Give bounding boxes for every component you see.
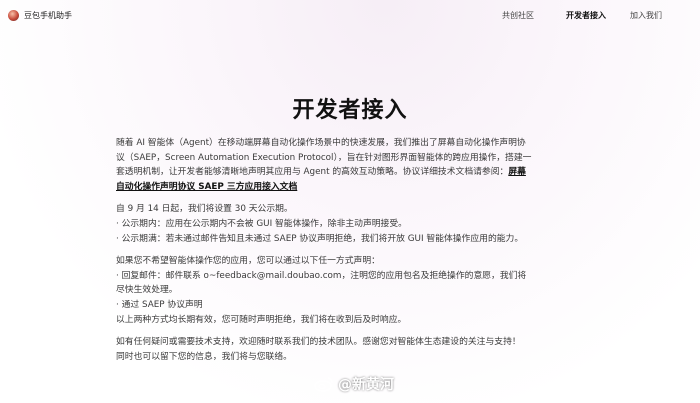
notice-line: 自 9 月 14 日起，我们将设置 30 天公示期。 [116, 204, 293, 215]
nav-join-us[interactable]: 加入我们 [630, 10, 662, 21]
weibo-icon [314, 377, 333, 392]
nav-developer-access[interactable]: 开发者接入 [566, 10, 606, 21]
top-header: 豆包手机助手 共创社区 开发者接入 加入我们 [0, 0, 700, 30]
notice-line: · 公示期内：应用在公示期内不会被 GUI 智能体操作，除非主动声明接受。 [116, 218, 407, 229]
avatar-logo-icon [8, 9, 19, 21]
closing-line: 如有任何疑问或需要技术支持，欢迎随时联系我们的技术团队。感谢您对智能体生态建设的… [116, 337, 521, 348]
page-title: 开发者接入 [292, 98, 408, 123]
intro-paragraph: 随着 AI 智能体（Agent）在移动端屏幕自动化操作场景中的快速发展，我们推出… [116, 136, 534, 194]
closing-line: 同时也可以留下您的信息，我们将与您联络。 [116, 351, 292, 362]
watermark-text: @新黄河 [338, 377, 394, 393]
brand-name: 豆包手机助手 [24, 10, 72, 20]
decline-line: · 回复邮件：邮件联系 o~feedback@mail.doubao.com，注… [116, 270, 527, 296]
decline-line: 如果您不希望智能体操作您的应用，您可以通过以下任一方式声明： [116, 256, 380, 267]
intro-text: 随着 AI 智能体（Agent）在移动端屏幕自动化操作场景中的快速发展，我们推出… [116, 138, 532, 178]
decline-line: · 通过 SAEP 协议声明 [116, 299, 203, 310]
nav-community[interactable]: 共创社区 [502, 10, 534, 21]
main-nav: 共创社区 开发者接入 加入我们 [502, 10, 692, 21]
content-body: 随着 AI 智能体（Agent）在移动端屏幕自动化操作场景中的快速发展，我们推出… [116, 136, 534, 364]
weibo-watermark: @新黄河 [314, 374, 394, 394]
decline-line: 以上两种方式均长期有效，您可随时声明拒绝，我们将在收到后及时响应。 [116, 314, 407, 325]
brand[interactable]: 豆包手机助手 [8, 9, 72, 21]
notice-line: · 公示期满：若未通过邮件告知且未通过 SAEP 协议声明拒绝，我们将开放 GU… [116, 233, 524, 244]
